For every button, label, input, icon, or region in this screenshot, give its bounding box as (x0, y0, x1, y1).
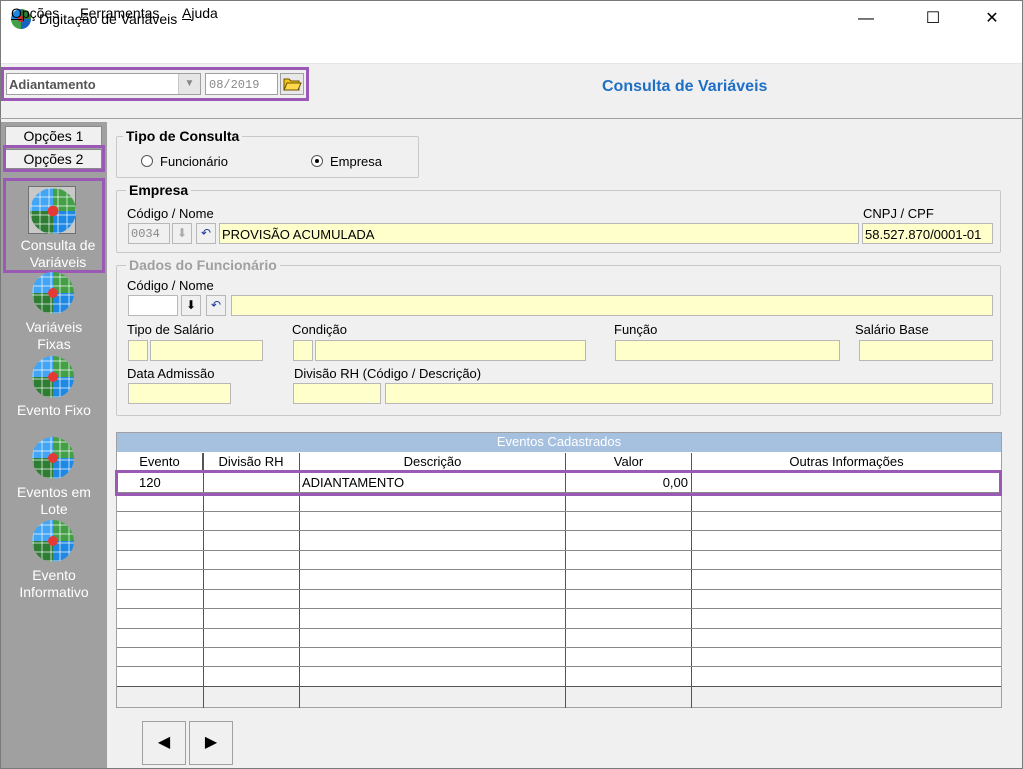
cnpj-field[interactable]: 58.527.870/0001-01 (862, 223, 993, 244)
tab-highlight (3, 145, 105, 172)
grid-line (117, 569, 1001, 570)
undo-icon[interactable]: ↶ (206, 295, 226, 316)
globe-icon[interactable] (32, 437, 74, 479)
condicao-field[interactable] (315, 340, 586, 361)
close-button[interactable]: ✕ (969, 1, 1015, 37)
column-header-descricao[interactable]: Descrição (300, 453, 566, 471)
column-header-outras[interactable]: Outras Informações (692, 453, 1001, 471)
salario-base-label: Salário Base (855, 322, 929, 337)
condicao-code-field[interactable] (293, 340, 313, 361)
divisao-rh-desc-field[interactable] (385, 383, 993, 404)
func-codigo-nome-label: Código / Nome (127, 278, 214, 293)
minimize-button[interactable]: — (843, 1, 889, 37)
sidebar-item-eventos-lote[interactable]: Eventos em Lote (1, 484, 107, 518)
maximize-button[interactable]: ☐ (910, 1, 956, 37)
column-header-valor[interactable]: Valor (566, 453, 692, 471)
download-icon[interactable]: ⬇ (181, 295, 201, 316)
divider (0, 118, 1023, 119)
empresa-codigo-field[interactable]: 0034 (128, 223, 170, 244)
tipo-salario-field[interactable] (150, 340, 263, 361)
grid-line (117, 511, 1001, 512)
radio-funcionario[interactable] (141, 155, 153, 167)
sidebar-item-evento-fixo[interactable]: Evento Fixo (1, 402, 107, 419)
folder-open-icon (283, 78, 302, 91)
tipo-salario-label: Tipo de Salário (127, 322, 214, 337)
grid-line (203, 686, 204, 707)
funcao-field[interactable] (615, 340, 840, 361)
menu-ferramentas[interactable]: Ferramentas (80, 5, 159, 21)
globe-icon[interactable] (32, 356, 74, 398)
globe-icon[interactable] (32, 520, 74, 562)
grid-line (117, 608, 1001, 609)
funcao-label: Função (614, 322, 658, 337)
grid-line (299, 686, 300, 707)
radio-empresa[interactable] (311, 155, 323, 167)
open-folder-button[interactable] (280, 73, 304, 95)
tipo-salario-code-field[interactable] (128, 340, 148, 361)
menu-opcoes[interactable]: Opções (11, 5, 59, 21)
period-input[interactable]: 08/2019 (205, 73, 278, 95)
sidebar-item-variaveis-fixas[interactable]: Variáveis Fixas (1, 319, 107, 353)
row-highlight (115, 470, 1002, 496)
grid-line (117, 666, 1001, 667)
globe-icon[interactable] (32, 272, 74, 314)
grid-line (691, 686, 692, 707)
empresa-title: Empresa (126, 182, 192, 198)
process-select[interactable]: Adiantamento (6, 73, 201, 95)
previous-button[interactable]: ◀ (142, 721, 186, 765)
sidebar-item-evento-informativo[interactable]: Evento Informativo (1, 567, 107, 601)
func-nome-field[interactable] (231, 295, 993, 316)
data-admissao-field[interactable] (128, 383, 231, 404)
salario-base-field[interactable] (859, 340, 993, 361)
grid-line (117, 589, 1001, 590)
grid-line (565, 686, 566, 707)
chevron-down-icon[interactable]: ▼ (178, 74, 200, 94)
divisao-rh-code-field[interactable] (293, 383, 381, 404)
page-title: Consulta de Variáveis (602, 78, 768, 95)
funcionario-title: Dados do Funcionário (126, 257, 280, 273)
empresa-codigo-nome-label: Código / Nome (127, 206, 214, 221)
eventos-caption: Eventos Cadastrados (117, 433, 1001, 452)
grid-line (117, 628, 1001, 629)
next-button[interactable]: ▶ (189, 721, 233, 765)
grid-line (117, 647, 1001, 648)
menu-bar (1, 39, 1022, 64)
data-admissao-label: Data Admissão (127, 366, 215, 381)
condicao-label: Condição (292, 322, 347, 337)
radio-funcionario-label[interactable]: Funcionário (160, 154, 228, 169)
sidebar-highlight (3, 178, 105, 273)
menu-ajuda[interactable]: Ajuda (182, 5, 218, 21)
column-header-divisao[interactable]: Divisão RH (203, 453, 300, 471)
divisao-rh-label: Divisão RH (Código / Descrição) (294, 366, 482, 381)
radio-empresa-label[interactable]: Empresa (330, 154, 382, 169)
grid-line (117, 550, 1001, 551)
empresa-nome-field[interactable]: PROVISÃO ACUMULADA (219, 223, 859, 244)
column-header-evento[interactable]: Evento (117, 453, 203, 471)
tipo-consulta-title: Tipo de Consulta (123, 128, 243, 144)
tab-opcoes-1[interactable]: Opções 1 (5, 126, 102, 146)
undo-icon[interactable]: ↶ (196, 223, 216, 244)
cnpj-label: CNPJ / CPF (863, 206, 934, 221)
download-icon[interactable]: ⬇ (172, 223, 192, 244)
grid-line (117, 530, 1001, 531)
func-codigo-field[interactable] (128, 295, 178, 316)
table-footer-row (117, 686, 1001, 707)
